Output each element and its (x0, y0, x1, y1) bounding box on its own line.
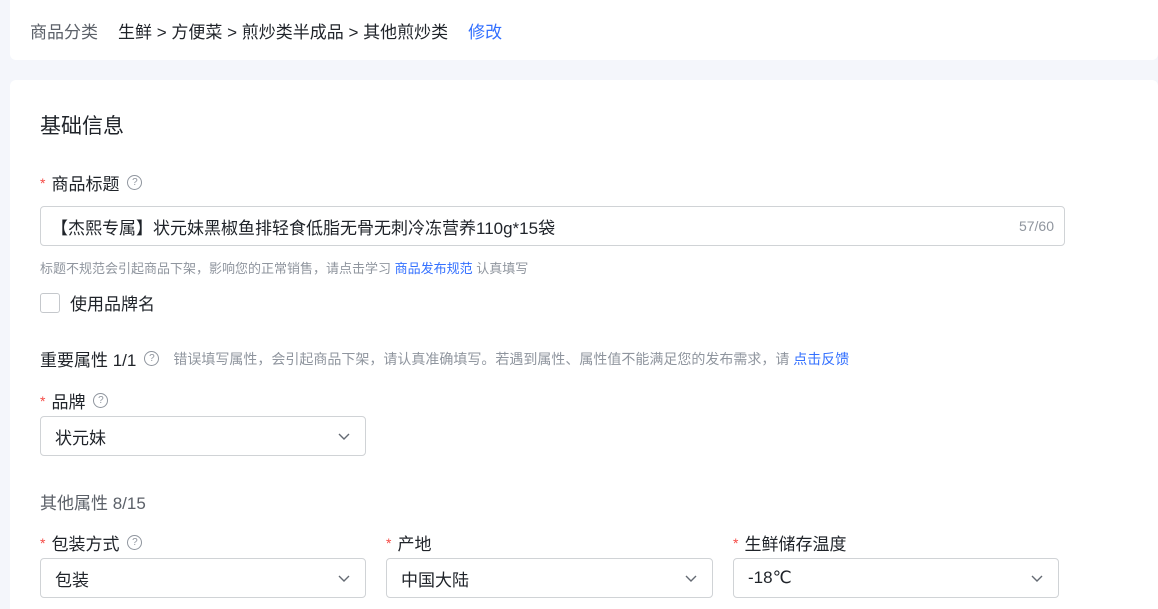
important-attrs-title: 重要属性 1/1 (40, 351, 137, 370)
help-icon[interactable]: ? (127, 175, 143, 190)
brand-select-value: 状元妹 (55, 428, 106, 448)
product-title-label-text: 商品标题 (51, 175, 120, 194)
help-icon[interactable]: ? (144, 351, 160, 366)
origin-label: * 产地 (386, 530, 431, 555)
edit-category-link[interactable]: 修改 (468, 18, 502, 43)
use-brand-name-label[interactable]: 使用品牌名 (70, 290, 155, 315)
important-attrs-desc: 错误填写属性，会引起商品下架，请认真准确填写。若遇到属性、属性值不能满足您的发布… (173, 349, 849, 369)
packaging-label: * 包装方式 ? (40, 530, 143, 555)
chevron-down-icon (685, 575, 697, 582)
packaging-label-text: 包装方式 (51, 535, 120, 554)
char-counter: 57/60 (1018, 218, 1054, 234)
product-title-input[interactable]: 【杰熙专属】状元妹黑椒鱼排轻食低脂无骨无刺冷冻营养110g*15袋 57/60 (40, 206, 1065, 246)
origin-select-value: 中国大陆 (401, 570, 469, 590)
hint-text: 标题不规范会引起商品下架，影响您的正常销售，请点击学习 (40, 261, 392, 276)
help-icon[interactable]: ? (93, 393, 109, 408)
feedback-link[interactable]: 点击反馈 (793, 351, 849, 367)
required-mark: * (386, 534, 392, 551)
required-mark: * (40, 174, 46, 191)
brand-label-text: 品牌 (51, 393, 86, 412)
other-attrs-title: 其他属性 8/15 (40, 494, 146, 513)
storage-temp-label-text: 生鲜储存温度 (744, 535, 847, 554)
required-mark: * (733, 534, 739, 551)
product-title-label: * 商品标题 ? (40, 170, 143, 195)
title-hint: 标题不规范会引起商品下架，影响您的正常销售，请点击学习 商品发布规范 认真填写 (40, 258, 528, 277)
help-icon[interactable]: ? (127, 535, 143, 550)
use-brand-name-row[interactable]: 使用品牌名 (40, 290, 155, 315)
category-path: 生鲜 > 方便菜 > 煎炒类半成品 > 其他煎炒类 (118, 22, 449, 42)
storage-temp-select-value: -18℃ (748, 568, 792, 587)
section-title: 基础信息 (40, 115, 124, 138)
important-attrs-header: 重要属性 1/1 ? 错误填写属性，会引起商品下架，请认真准确填写。若遇到属性、… (40, 346, 849, 371)
chevron-down-icon (1031, 575, 1043, 582)
chevron-down-icon (338, 433, 350, 440)
origin-select[interactable]: 中国大陆 (386, 558, 713, 598)
required-mark: * (40, 534, 46, 551)
storage-temp-label: * 生鲜储存温度 (733, 530, 846, 555)
basic-info-card: 基础信息 * 商品标题 ? 【杰熙专属】状元妹黑椒鱼排轻食低脂无骨无刺冷冻营养1… (10, 80, 1158, 609)
brand-label: * 品牌 ? (40, 388, 109, 413)
category-breadcrumb-bar: 商品分类 生鲜 > 方便菜 > 煎炒类半成品 > 其他煎炒类 修改 (10, 0, 1158, 60)
hint-suffix: 认真填写 (476, 261, 529, 276)
use-brand-name-checkbox[interactable] (40, 292, 60, 313)
product-title-value[interactable]: 【杰熙专属】状元妹黑椒鱼排轻食低脂无骨无刺冷冻营养110g*15袋 (51, 214, 1019, 239)
brand-select[interactable]: 状元妹 (40, 416, 366, 456)
packaging-select[interactable]: 包装 (40, 558, 366, 598)
required-mark: * (40, 392, 46, 409)
chevron-down-icon (338, 575, 350, 582)
important-attrs-desc-text: 错误填写属性，会引起商品下架，请认真准确填写。若遇到属性、属性值不能满足您的发布… (173, 350, 790, 367)
publish-rules-link[interactable]: 商品发布规范 (395, 261, 473, 276)
storage-temp-select[interactable]: -18℃ (733, 558, 1059, 598)
origin-label-text: 产地 (397, 535, 432, 554)
packaging-select-value: 包装 (55, 570, 89, 590)
category-label: 商品分类 (30, 22, 98, 42)
